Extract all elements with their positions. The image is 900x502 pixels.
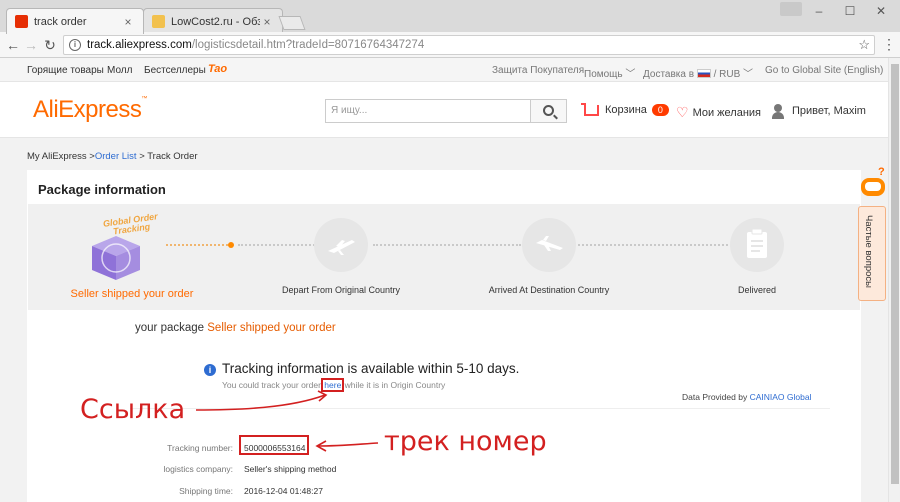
annotation-arrows [195, 390, 379, 452]
tab-title: track order [34, 15, 87, 28]
close-tab-icon[interactable]: × [121, 15, 135, 29]
aliexpress-favicon-icon [15, 15, 28, 28]
tab-track-order[interactable]: track order × [6, 8, 144, 34]
